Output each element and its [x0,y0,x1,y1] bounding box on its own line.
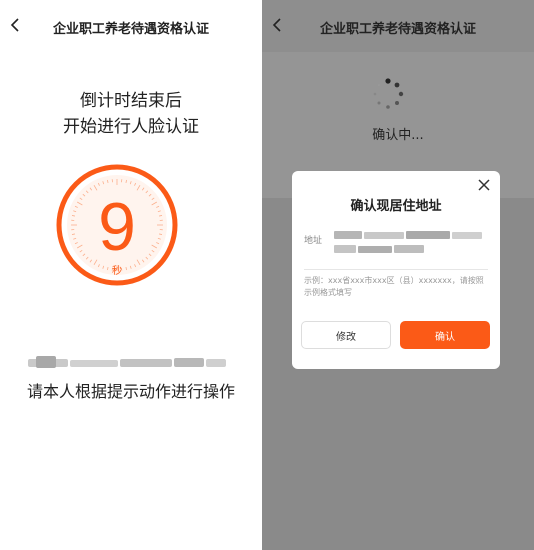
redacted-text [28,354,226,368]
address-value-redacted [334,229,484,259]
loading-text: 确认中... [372,128,424,143]
confirm-button[interactable]: 确认 [400,321,490,349]
countdown-unit: 秒 [112,266,122,277]
prompt-line-2: 开始进行人脸认证 [63,117,199,137]
address-dialog: 确认现居住地址 地址 示例：xxx省xxx市xxx区（县）xxxxxxx，请按照… [292,171,500,369]
confirming-screen: 企业职工养老待遇资格认证 确认中... 确认现居住地址 地址 示例：xxx省xx… [262,0,534,550]
spinner-icon [372,78,404,110]
page-title: 企业职工养老待遇资格认证 [52,22,209,37]
countdown-screen: 企业职工养老待遇资格认证 倒计时结束后 开始进行人脸认证 9 秒 请本人根据提示… [0,0,262,550]
close-icon[interactable] [476,177,492,193]
page-title: 企业职工养老待遇资格认证 [319,22,476,37]
dialog-title: 确认现居住地址 [350,199,442,214]
navbar: 企业职工养老待遇资格认证 [0,0,262,52]
instruction-text: 请本人根据提示动作进行操作 [26,382,235,401]
navbar: 企业职工养老待遇资格认证 [262,0,534,52]
modify-button[interactable]: 修改 [301,321,391,349]
countdown-timer: 9 秒 [52,160,182,290]
divider [304,269,488,270]
address-hint: 示例：xxx省xxx市xxx区（县）xxxxxxx，请按照示例格式填写 [304,276,484,297]
countdown-value: 9 [98,189,136,265]
address-label: 地址 [304,236,323,246]
prompt-line-1: 倒计时结束后 [80,91,182,111]
